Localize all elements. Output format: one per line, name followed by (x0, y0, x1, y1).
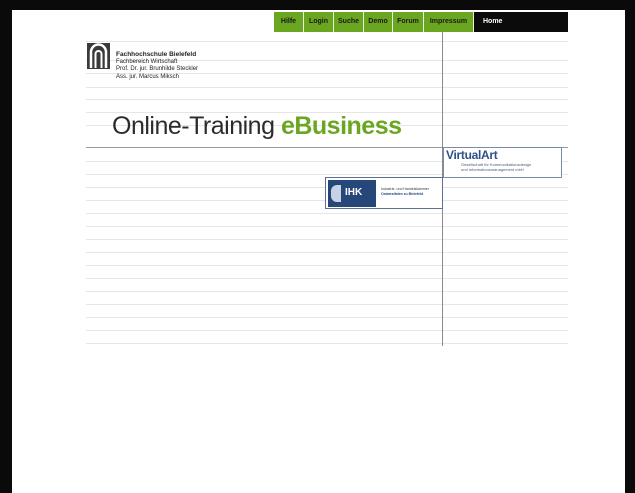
window-frame-left (0, 0, 12, 493)
organization-info: Fachhochschule Bielefeld Fachbereich Wir… (116, 51, 198, 81)
virtualart-subtitle-line2: und Informationsmanagement mbH (461, 167, 524, 172)
nav-forum[interactable]: Forum (393, 12, 424, 32)
ihk-abbr: IHK (345, 187, 363, 198)
ihk-glyph-icon (331, 185, 341, 202)
ruled-line (86, 252, 568, 253)
nav-suche[interactable]: Suche (334, 12, 364, 32)
ruled-line (86, 278, 568, 279)
ruled-line (86, 41, 568, 42)
virtualart-partner-link[interactable]: VirtualArt Gesellschaft für Kommunikatio… (443, 147, 562, 178)
ruled-line (86, 239, 568, 240)
ruled-line (86, 317, 568, 318)
virtualart-name: VirtualArt (446, 148, 498, 162)
ruled-line (86, 265, 568, 266)
title-accent: eBusiness (280, 112, 402, 140)
page-title: Online-Training eBusiness (112, 112, 402, 141)
nav-impressum[interactable]: Impressum (424, 12, 474, 32)
org-professor: Prof. Dr. jur. Brunhilde Steckler (116, 66, 199, 72)
title-prefix: Online-Training (112, 112, 275, 140)
top-navigation: Hilfe Login Suche Demo Forum Impressum H… (274, 12, 568, 32)
ihk-description: Industrie- und Handelskammer Ostwestfale… (381, 187, 443, 197)
fh-bielefeld-logo-icon (87, 43, 110, 69)
ruled-line (86, 213, 568, 214)
nav-home[interactable]: Home (474, 12, 568, 32)
ruled-line (86, 304, 568, 305)
ruled-line (86, 291, 568, 292)
nav-demo[interactable]: Demo (364, 12, 393, 32)
nav-login[interactable]: Login (304, 12, 334, 32)
ruled-line (86, 87, 568, 88)
org-department: Fachbereich Wirtschaft (116, 58, 178, 65)
nav-hilfe[interactable]: Hilfe (274, 12, 304, 32)
ruled-line (86, 99, 568, 100)
ihk-line2: Ostwestfalen zu Bielefeld (381, 192, 424, 196)
ihk-logo-icon: IHK (328, 180, 376, 207)
window-frame-top (0, 0, 635, 10)
virtualart-subtitle: Gesellschaft für Kommunikationsdesign un… (461, 162, 561, 172)
ruled-line (86, 330, 568, 331)
org-name: Fachhochschule Bielefeld (116, 51, 197, 58)
org-assistant: Ass. jur. Marcus Miksch (116, 73, 180, 80)
ruled-line (86, 343, 568, 344)
ihk-partner-link[interactable]: IHK Industrie- und Handelskammer Ostwest… (325, 177, 443, 209)
window-frame-right (625, 0, 635, 493)
ruled-line (86, 226, 568, 227)
